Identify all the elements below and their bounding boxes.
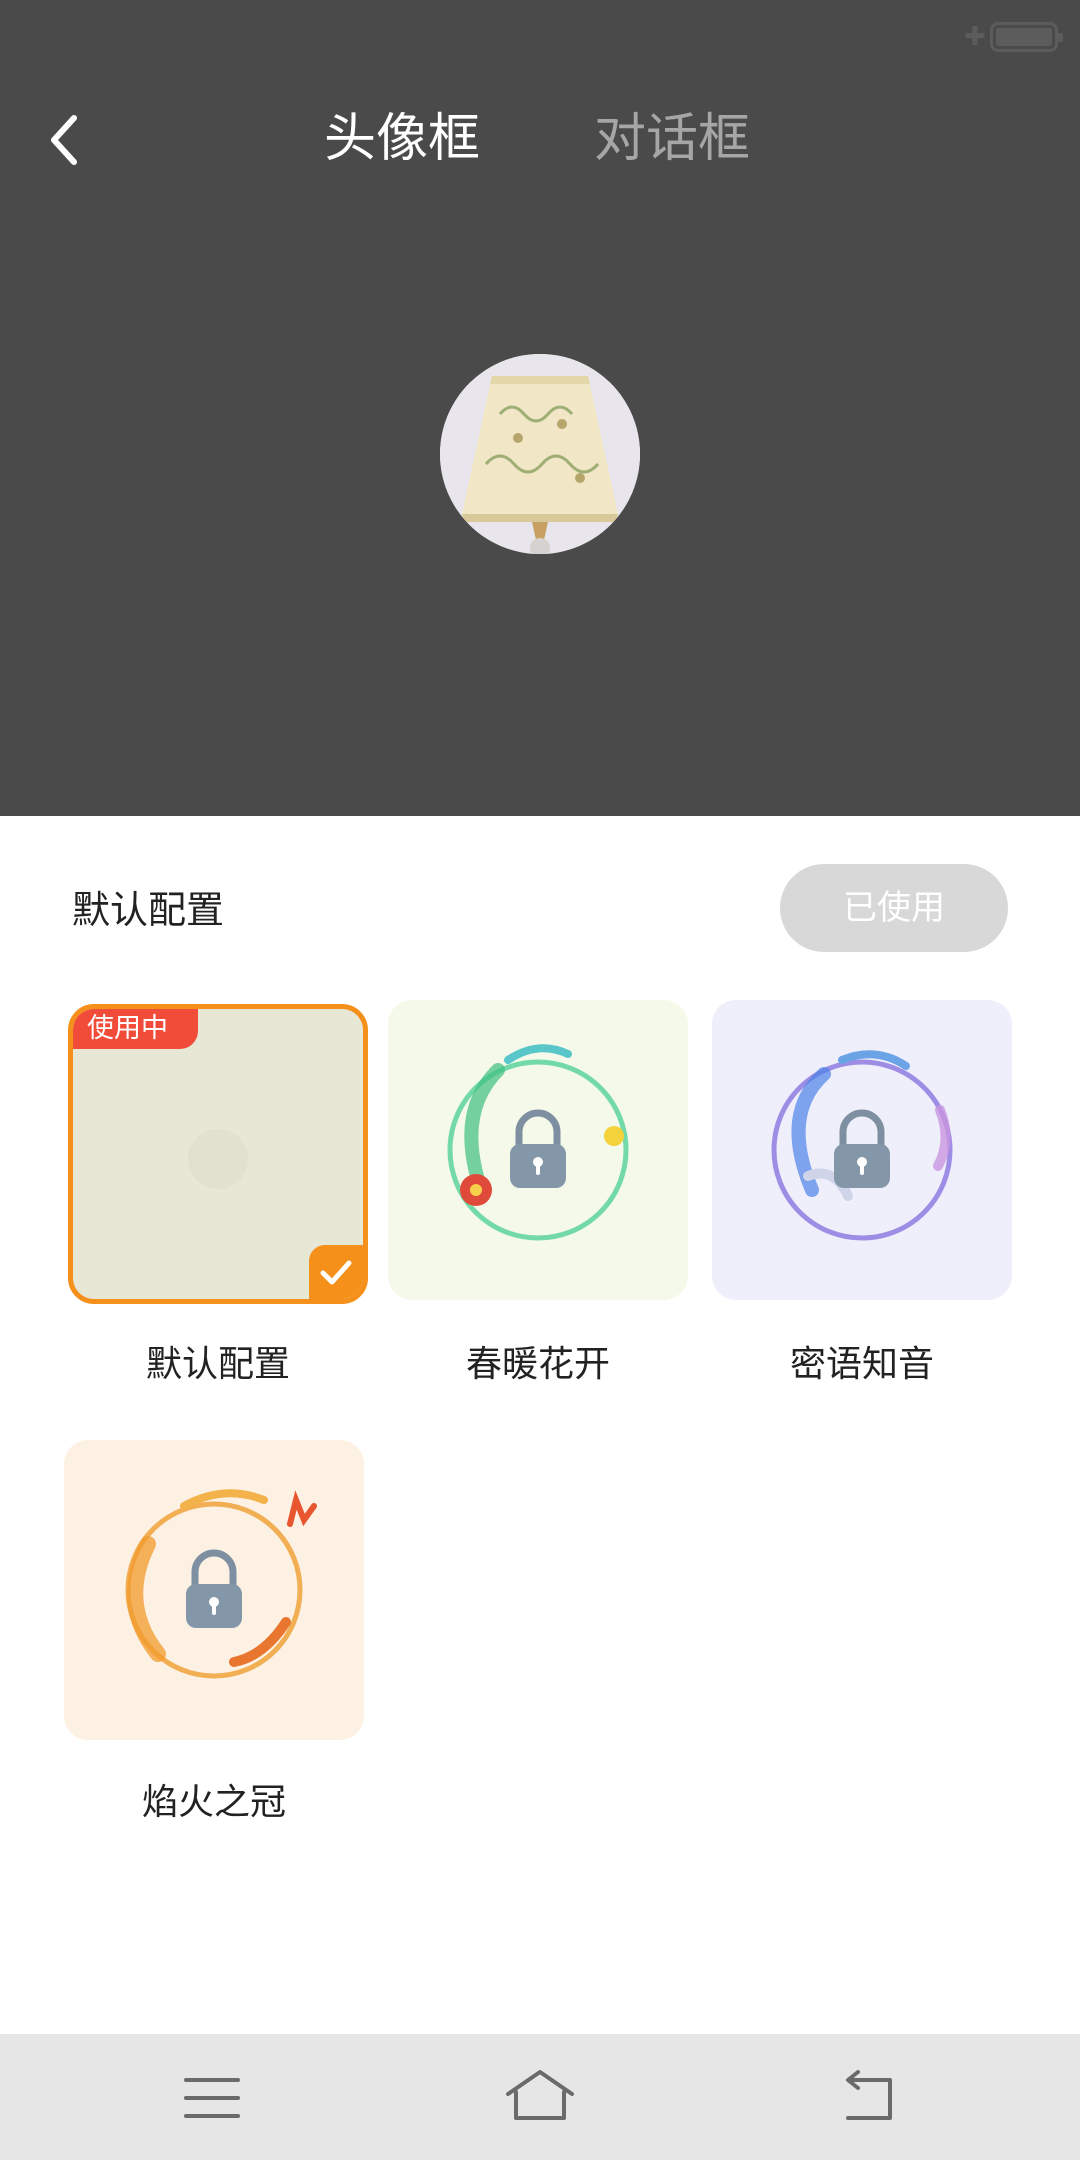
frame-label: 密语知音 bbox=[789, 1344, 934, 1385]
lock-icon bbox=[186, 1549, 242, 1628]
tab-dialog-frame[interactable]: 对话框 bbox=[594, 104, 750, 174]
preview-area: ✚ 头像框 对话框 bbox=[0, 0, 1080, 816]
system-nav-bar bbox=[0, 2034, 1080, 2160]
in-use-badge: 使用中 bbox=[73, 1009, 198, 1049]
nav-home-button[interactable] bbox=[500, 2066, 580, 2130]
back-button[interactable] bbox=[36, 108, 100, 172]
section-title: 默认配置 bbox=[72, 888, 225, 932]
frame-card-flame[interactable] bbox=[64, 1440, 364, 1740]
frame-card-whisper[interactable] bbox=[712, 1000, 1012, 1300]
nav-menu-button[interactable] bbox=[172, 2066, 252, 2130]
home-icon bbox=[506, 2070, 574, 2120]
status-bar: ✚ bbox=[0, 0, 1080, 70]
check-icon bbox=[309, 1245, 363, 1299]
lock-icon bbox=[834, 1109, 890, 1188]
avatar-preview bbox=[440, 354, 640, 554]
frame-card-spring[interactable] bbox=[388, 1000, 688, 1300]
frame-card-default[interactable]: 使用中 bbox=[68, 1004, 368, 1304]
back-arrow-icon bbox=[51, 115, 77, 165]
frame-label: 默认配置 bbox=[145, 1344, 290, 1385]
charging-icon: ✚ bbox=[964, 22, 986, 52]
tab-avatar-frame[interactable]: 头像框 bbox=[324, 104, 480, 174]
nav-back-button[interactable] bbox=[830, 2066, 910, 2130]
lock-icon bbox=[510, 1109, 566, 1188]
return-icon bbox=[846, 2070, 892, 2120]
lamp-image bbox=[440, 354, 640, 554]
battery-icon bbox=[990, 22, 1063, 52]
menu-icon bbox=[184, 2078, 240, 2118]
frame-label: 焰火之冠 bbox=[141, 1782, 286, 1823]
already-used-button[interactable]: 已使用 bbox=[780, 864, 1008, 952]
frame-label: 春暖花开 bbox=[465, 1344, 610, 1385]
